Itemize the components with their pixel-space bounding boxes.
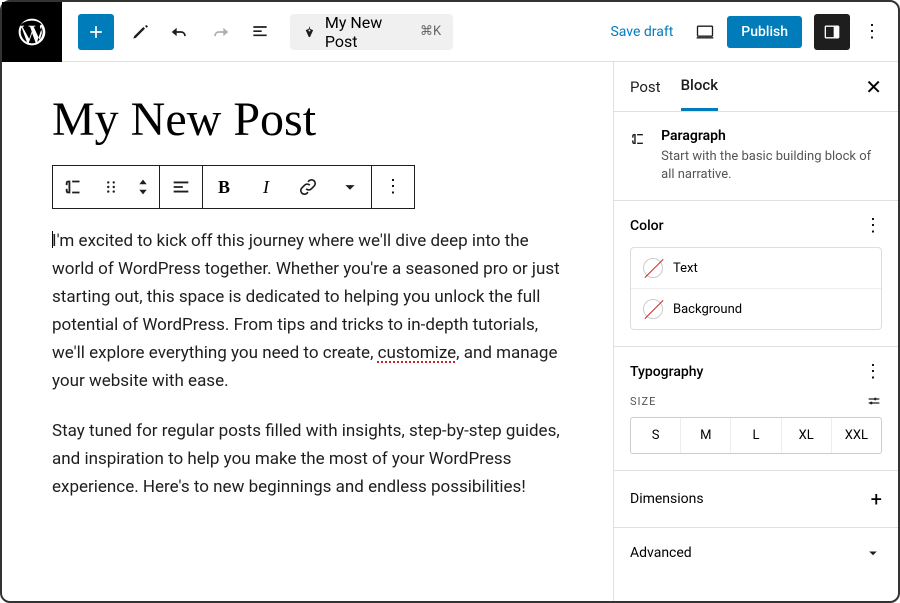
post-title[interactable]: My New Post (52, 92, 563, 147)
document-title-bar[interactable]: My New Post ⌘K (290, 14, 453, 50)
scrollbar-thumb[interactable] (613, 66, 614, 156)
color-panel: Color ⋮ Text Background (614, 201, 898, 347)
sidebar-tabs: Post Block ✕ (614, 62, 898, 112)
font-size-picker: S M L XL XXL (630, 417, 882, 454)
size-l[interactable]: L (730, 418, 780, 453)
close-sidebar-button[interactable]: ✕ (865, 75, 882, 99)
options-menu-button[interactable]: ⋮ (854, 14, 890, 50)
dimensions-panel-toggle[interactable]: Dimensions + (614, 471, 898, 528)
block-type-button[interactable] (53, 166, 95, 208)
block-type-desc: Start with the basic building block of a… (661, 148, 882, 184)
settings-sidebar-toggle[interactable] (814, 14, 850, 50)
plus-icon: + (871, 487, 882, 511)
size-label: SIZE (630, 395, 656, 408)
save-draft-button[interactable]: Save draft (600, 24, 683, 40)
command-shortcut: ⌘K (420, 24, 441, 39)
add-block-button[interactable] (78, 14, 114, 50)
undo-button[interactable] (162, 14, 198, 50)
redo-button[interactable] (202, 14, 238, 50)
wordpress-logo[interactable] (2, 2, 62, 62)
bold-button[interactable]: B (203, 166, 245, 208)
italic-button[interactable]: I (245, 166, 287, 208)
link-button[interactable] (287, 166, 329, 208)
size-xxl[interactable]: XXL (831, 418, 881, 453)
top-toolbar: My New Post ⌘K Save draft Publish ⋮ (2, 2, 898, 62)
paragraph-block-2[interactable]: Stay tuned for regular posts filled with… (52, 417, 563, 501)
color-text-button[interactable]: Text (631, 248, 881, 288)
align-button[interactable] (160, 166, 202, 208)
typography-panel-label: Typography (630, 364, 703, 380)
paragraph-block-1[interactable]: I'm excited to kick off this journey whe… (52, 227, 563, 395)
document-title: My New Post (325, 13, 412, 51)
advanced-panel-toggle[interactable]: Advanced (614, 528, 898, 578)
block-summary-panel: Paragraph Start with the basic building … (614, 112, 898, 201)
size-m[interactable]: M (680, 418, 730, 453)
size-settings-icon[interactable] (866, 393, 882, 409)
chevron-down-icon (864, 544, 882, 562)
document-overview-button[interactable] (242, 14, 278, 50)
edit-mode-button[interactable] (122, 14, 158, 50)
editor-canvas[interactable]: My New Post B I ⋮ (2, 62, 613, 601)
preview-button[interactable] (687, 14, 723, 50)
no-color-swatch-icon (643, 299, 663, 319)
drag-handle[interactable] (95, 166, 127, 208)
more-rich-text-button[interactable] (329, 166, 371, 208)
block-toolbar: B I ⋮ (52, 165, 415, 209)
color-panel-menu[interactable]: ⋮ (864, 217, 882, 235)
color-panel-label: Color (630, 218, 664, 234)
no-color-swatch-icon (643, 258, 663, 278)
size-s[interactable]: S (631, 418, 680, 453)
tab-post[interactable]: Post (630, 64, 661, 110)
pen-icon (302, 24, 317, 40)
tab-block[interactable]: Block (681, 62, 718, 111)
settings-sidebar: Post Block ✕ Paragraph Start with the ba… (613, 62, 898, 601)
color-background-button[interactable]: Background (631, 288, 881, 329)
paragraph-icon (630, 128, 647, 150)
typography-panel-menu[interactable]: ⋮ (864, 363, 882, 381)
typography-panel: Typography ⋮ SIZE S M L XL XXL (614, 347, 898, 471)
move-block-button[interactable] (127, 166, 159, 208)
publish-button[interactable]: Publish (727, 16, 802, 48)
size-xl[interactable]: XL (781, 418, 831, 453)
block-type-name: Paragraph (661, 128, 882, 144)
block-options-button[interactable]: ⋮ (372, 166, 414, 208)
